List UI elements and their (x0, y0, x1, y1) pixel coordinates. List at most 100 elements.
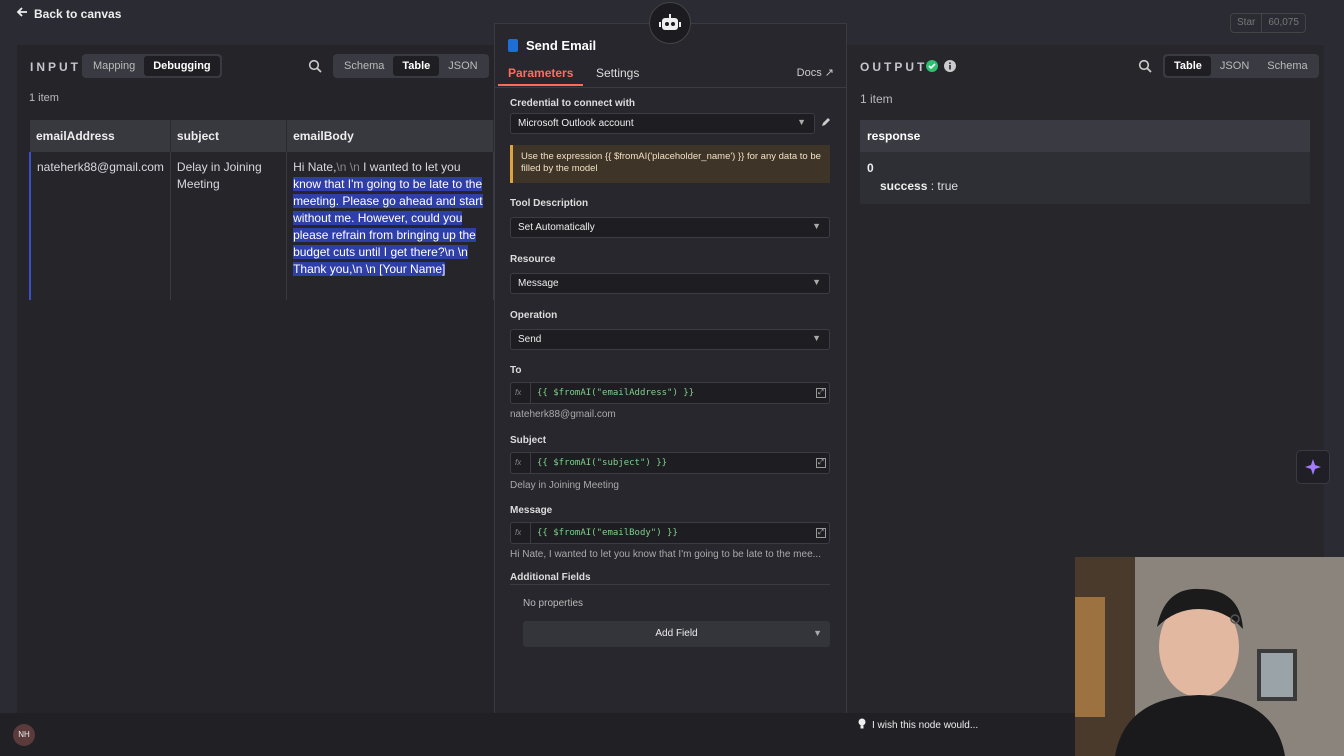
json-view-tab[interactable]: JSON (439, 56, 486, 76)
emailbody-escape: \n \n (336, 160, 360, 174)
schema-view-tab[interactable]: Schema (1258, 56, 1316, 76)
output-label: OUTPUT (860, 60, 928, 74)
credential-label: Credential to connect with (510, 98, 636, 109)
message-expression: {{ $fromAI("emailBody") }} (537, 528, 678, 538)
docs-link[interactable]: Docs ↗ (797, 66, 834, 79)
output-value: true (937, 179, 959, 193)
credential-value: Microsoft Outlook account (518, 118, 634, 129)
outlook-icon (508, 39, 518, 52)
docs-label: Docs (796, 67, 822, 79)
column-header-response[interactable]: response (860, 120, 1310, 152)
node-title: Send Email (508, 38, 596, 53)
add-field-label: Add Field (655, 628, 698, 639)
chevron-down-icon: ▼ (812, 277, 821, 287)
message-preview: Hi Nate, I wanted to let you know that I… (510, 549, 821, 560)
input-label: INPUT (30, 60, 81, 74)
output-key: success (880, 179, 928, 193)
subject-preview: Delay in Joining Meeting (510, 480, 619, 491)
output-index: 0 (867, 161, 874, 175)
search-icon[interactable] (1138, 59, 1152, 73)
emailbody-greeting: Hi Nate, (293, 160, 337, 174)
ai-agent-robot-icon (649, 2, 691, 44)
to-expression: {{ $fromAI("emailAddress") }} (537, 388, 695, 398)
github-star-count: 60,075 (1261, 14, 1305, 32)
avatar[interactable]: NH (13, 724, 35, 746)
output-item-count: 1 item (860, 92, 893, 106)
node-settings-modal: Send Email Parameters Settings Docs ↗ Cr… (494, 23, 847, 733)
credential-select[interactable]: Microsoft Outlook account ▼ (510, 113, 815, 134)
resource-label: Resource (510, 254, 556, 265)
input-view-toggle: Schema Table JSON (333, 54, 489, 78)
input-mode-toggle: Mapping Debugging (82, 54, 222, 78)
tool-description-label: Tool Description (510, 198, 589, 209)
fx-icon: fx (511, 523, 531, 543)
arrow-left-icon (16, 6, 28, 21)
expand-icon[interactable]: ⤢ (816, 388, 826, 398)
to-label: To (510, 365, 522, 376)
cell-emailaddress[interactable]: nateherk88@gmail.com (28, 152, 171, 300)
chevron-down-icon: ▼ (812, 333, 821, 343)
add-field-button[interactable]: Add Field ▼ (523, 621, 830, 647)
feedback-text: I wish this node would... (872, 719, 979, 731)
expand-icon[interactable]: ⤢ (816, 528, 826, 538)
cell-subject[interactable]: Delay in Joining Meeting (170, 152, 288, 300)
node-tabs: Parameters Settings (495, 64, 846, 88)
back-label: Back to canvas (34, 6, 122, 21)
back-to-canvas-button[interactable]: Back to canvas (16, 6, 121, 21)
output-view-toggle: Table JSON Schema (1163, 54, 1319, 78)
subject-expression-field[interactable]: fx {{ $fromAI("subject") }} ⤢ (510, 452, 830, 474)
to-preview: nateherk88@gmail.com (510, 409, 616, 420)
info-icon[interactable] (944, 60, 956, 75)
column-header-subject[interactable]: subject (170, 120, 288, 152)
json-view-tab[interactable]: JSON (1211, 56, 1258, 76)
mapping-tab[interactable]: Mapping (84, 56, 144, 76)
edit-pencil-icon[interactable] (820, 116, 832, 131)
no-properties-text: No properties (523, 598, 584, 609)
fromai-notice: Use the expression {{ $fromAI('placehold… (510, 145, 830, 183)
operation-select[interactable]: Send ▼ (510, 329, 830, 350)
operation-label: Operation (510, 310, 558, 321)
external-link-icon: ↗ (824, 67, 834, 79)
github-star-button[interactable]: Star 60,075 (1230, 13, 1306, 33)
presenter-video-image (1075, 557, 1344, 756)
table-view-tab[interactable]: Table (1165, 56, 1211, 76)
input-panel: INPUT Mapping Debugging Schema Table JSO… (17, 45, 494, 713)
tool-description-value: Set Automatically (518, 222, 595, 233)
chevron-down-icon: ▼ (812, 221, 821, 231)
resource-value: Message (518, 278, 559, 289)
feedback-prompt[interactable]: I wish this node would... (858, 718, 978, 732)
table-row: nateherk88@gmail.com Delay in Joining Me… (28, 152, 494, 300)
chevron-down-icon: ▼ (797, 117, 806, 127)
github-star-label: Star (1237, 17, 1256, 28)
ai-assistant-sparkle-button[interactable] (1296, 450, 1330, 484)
output-value-row[interactable]: success : true (880, 179, 958, 193)
tab-parameters[interactable]: Parameters (497, 66, 584, 86)
column-header-emailbody[interactable]: emailBody (286, 120, 494, 152)
to-expression-field[interactable]: fx {{ $fromAI("emailAddress") }} ⤢ (510, 382, 830, 404)
table-header-row: emailAddress subject emailBody (30, 120, 494, 152)
node-title-text[interactable]: Send Email (526, 38, 596, 53)
input-item-count: 1 item (29, 92, 59, 104)
input-table: emailAddress subject emailBody nateherk8… (28, 120, 494, 300)
fx-icon: fx (511, 453, 531, 473)
message-expression-field[interactable]: fx {{ $fromAI("emailBody") }} ⤢ (510, 522, 830, 544)
debugging-tab[interactable]: Debugging (144, 56, 220, 76)
expand-icon[interactable]: ⤢ (816, 458, 826, 468)
column-header-emailaddress[interactable]: emailAddress (30, 120, 171, 152)
tool-description-select[interactable]: Set Automatically ▼ (510, 217, 830, 238)
lightbulb-icon (858, 718, 866, 732)
table-view-tab[interactable]: Table (393, 56, 440, 76)
schema-view-tab[interactable]: Schema (335, 56, 393, 76)
resource-select[interactable]: Message ▼ (510, 273, 830, 294)
output-table: response 0 success : true (860, 120, 1310, 204)
emailbody-intro: I wanted to let you (359, 160, 461, 174)
search-icon[interactable] (308, 59, 322, 73)
emailbody-selected-text: know that I'm going to be late to the me… (293, 177, 483, 276)
tab-settings[interactable]: Settings (596, 66, 639, 80)
message-label: Message (510, 505, 553, 516)
subject-expression: {{ $fromAI("subject") }} (537, 458, 668, 468)
chevron-down-icon: ▼ (813, 628, 822, 638)
cell-emailbody[interactable]: Hi Nate,\n \n I wanted to let you know t… (286, 152, 494, 300)
divider (510, 584, 830, 585)
fx-icon: fx (511, 383, 531, 403)
